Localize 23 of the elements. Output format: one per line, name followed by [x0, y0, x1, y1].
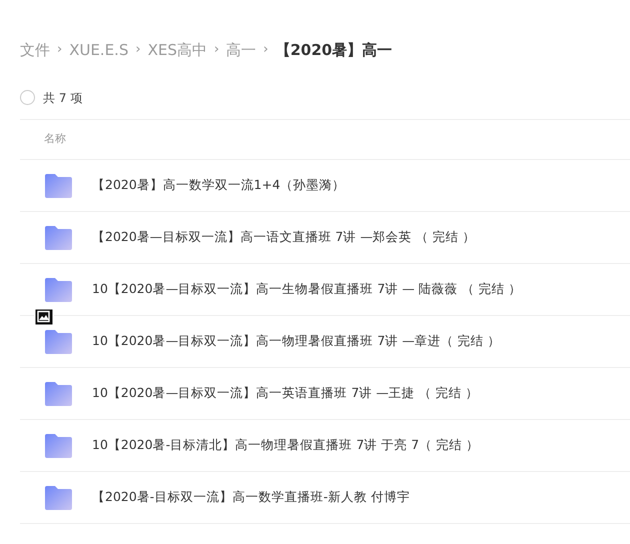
folder-name[interactable]: 10【2020暑-目标清北】高一物理暑假直播班 7讲 于亮 7（ 完结 ） [92, 436, 480, 455]
folder-name[interactable]: 【2020暑】高一数学双一流1+4（孙墨漪） [92, 176, 346, 195]
folder-icon [44, 330, 72, 354]
folder-icon [44, 226, 72, 250]
folder-icon [44, 486, 72, 510]
item-count: 共 7 项 [43, 90, 82, 106]
folder-icon [44, 382, 72, 406]
folder-icon [44, 434, 72, 458]
select-all-checkbox[interactable] [20, 90, 35, 105]
folder-name[interactable]: 10【2020暑—目标双一流】高一生物暑假直播班 7讲 — 陆薇薇 （ 完结 ） [92, 280, 522, 299]
breadcrumb-separator: › [214, 41, 220, 60]
folder-icon [44, 278, 72, 302]
breadcrumb-item: 【2020暑】高一 [275, 40, 392, 61]
breadcrumb-separator: › [263, 41, 268, 60]
column-header: 名称 [44, 131, 66, 148]
folder-name[interactable]: 10【2020暑—目标双一流】高一英语直播班 7讲 —王捷 （ 完结 ） [92, 384, 479, 403]
breadcrumb-separator: › [57, 41, 62, 60]
folder-name[interactable]: 10【2020暑—目标双一流】高一物理暑假直播班 7讲 —章进（ 完结 ） [92, 332, 501, 351]
folder-name[interactable]: 【2020暑-目标双一流】高一数学直播班-新人教 付博宇 [92, 488, 410, 507]
folder-icon [44, 174, 72, 198]
folder-name[interactable]: 【2020暑—目标双一流】高一语文直播班 7讲 —郑会英 （ 完结 ） [92, 228, 476, 247]
breadcrumb-separator: › [135, 41, 141, 60]
image-icon[interactable] [34, 308, 54, 326]
